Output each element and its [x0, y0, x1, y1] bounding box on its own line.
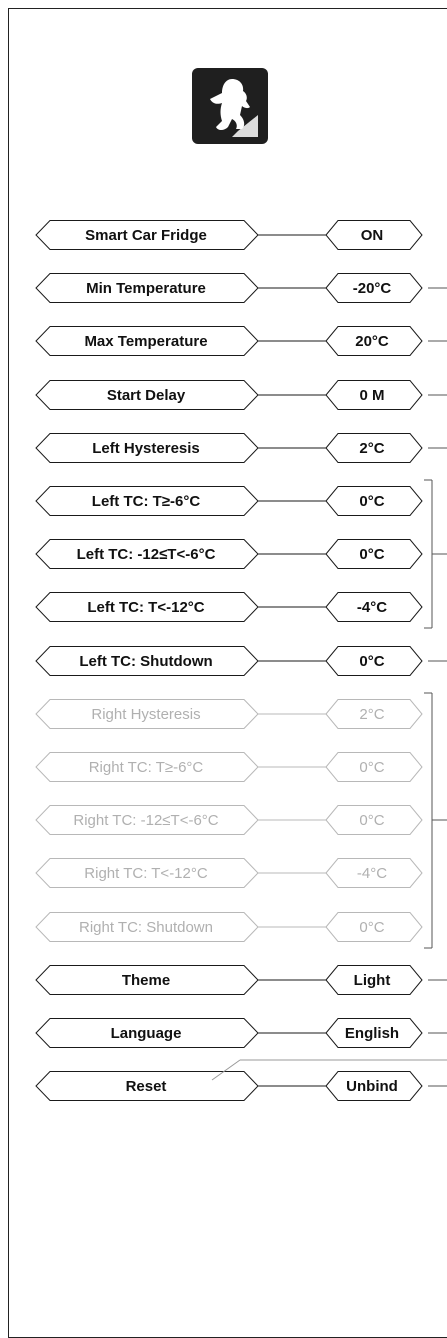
group-brackets — [211, 287, 447, 1087]
reset-pointer — [211, 1059, 241, 1081]
